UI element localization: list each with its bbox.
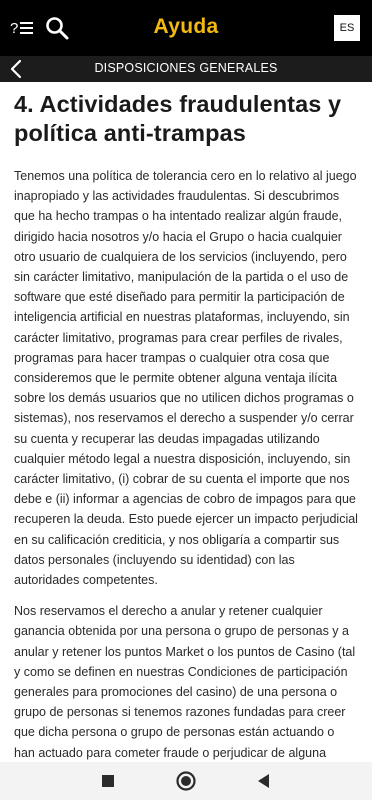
top-app-bar: ? Ayuda ES [0,0,372,56]
circle-home-icon[interactable] [173,769,199,793]
language-button[interactable]: ES [334,15,360,41]
system-navigation-bar [0,762,372,800]
square-recents-icon[interactable] [95,769,121,793]
article-content[interactable]: 4. Actividades fraudulentas y política a… [0,82,372,762]
triangle-back-icon[interactable] [251,769,277,793]
page-title: Ayuda [153,15,219,38]
article-paragraph: Tenemos una política de tolerancia cero … [14,169,358,588]
section-header: DISPOSICIONES GENERALES [0,56,372,82]
section-title: DISPOSICIONES GENERALES [94,61,278,75]
article-heading: 4. Actividades fraudulentas y política a… [14,91,342,146]
article-paragraph: Nos reservamos el derecho a anular y ret… [14,604,356,760]
